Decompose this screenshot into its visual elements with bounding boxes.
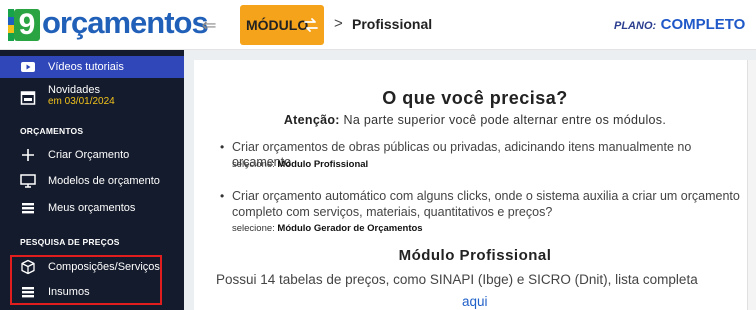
attention-note: Atenção: Na parte superior você pode alt… bbox=[194, 113, 756, 127]
bullet-dot: • bbox=[220, 140, 225, 154]
plan-value: COMPLETO bbox=[660, 16, 746, 33]
attention-text: Na parte superior você pode alternar ent… bbox=[339, 113, 667, 127]
page-title: O que você precisa? bbox=[382, 88, 568, 108]
select-prefix: selecione: bbox=[232, 159, 278, 170]
sidebar-item-meus-orcamentos[interactable]: Meus orçamentos bbox=[0, 197, 184, 219]
section-description: Possui 14 tabelas de preços, como SINAPI… bbox=[216, 272, 698, 287]
sidebar-item-label: Criar Orçamento bbox=[48, 149, 130, 161]
scrollbar[interactable] bbox=[747, 60, 756, 310]
logo-text: orçamentos bbox=[42, 5, 209, 40]
youtube-icon bbox=[21, 62, 35, 72]
option-gerador-text-line2: completo com serviços, materiais, quanti… bbox=[232, 205, 553, 219]
swap-arrows-icon bbox=[304, 18, 318, 32]
sidebar-item-videos[interactable]: Vídeos tutoriais bbox=[0, 56, 184, 78]
plan-indicator: PLANO: COMPLETO bbox=[614, 16, 745, 34]
novidades-date: em 03/01/2024 bbox=[48, 96, 115, 107]
top-bar: 9 orçamentos ⇐ MÓDULO > Profissional PLA… bbox=[0, 0, 756, 50]
logo-letter: 9 bbox=[14, 9, 40, 41]
select-value: Módulo Gerador de Orçamentos bbox=[277, 223, 423, 234]
main-content: O que você precisa? Atenção: Na parte su… bbox=[184, 50, 756, 310]
option-profissional-select: selecione: Módulo Profissional bbox=[232, 159, 368, 170]
bullet-dot: • bbox=[220, 189, 225, 203]
sidebar-item-label: Meus orçamentos bbox=[48, 202, 136, 214]
section-heading-pesquisa: PESQUISA DE PREÇOS bbox=[20, 237, 120, 247]
section-title: Módulo Profissional bbox=[398, 247, 552, 264]
option-gerador-text-line1: Criar orçamento automático com alguns cl… bbox=[232, 189, 740, 203]
sidebar-item-criar-orcamento[interactable]: Criar Orçamento bbox=[0, 144, 184, 166]
list-icon bbox=[22, 203, 34, 214]
sidebar-item-label: Vídeos tutoriais bbox=[48, 61, 124, 73]
modulo-switch-button[interactable]: MÓDULO bbox=[240, 5, 324, 45]
plan-label: PLANO: bbox=[614, 20, 657, 32]
section-heading-orcamentos: ORÇAMENTOS bbox=[20, 126, 84, 136]
breadcrumb-separator: > bbox=[334, 15, 343, 32]
content-card: O que você precisa? Atenção: Na parte su… bbox=[194, 60, 756, 310]
breadcrumb-current: Profissional bbox=[352, 16, 433, 32]
sidebar-item-label: Modelos de orçamento bbox=[48, 175, 160, 187]
highlight-annotation-box bbox=[10, 255, 162, 305]
sidebar-item-modelos[interactable]: Modelos de orçamento bbox=[0, 170, 184, 192]
sidebar-item-label: Novidades bbox=[48, 84, 100, 96]
modulo-label: MÓDULO bbox=[246, 17, 309, 33]
sidebar-item-novidades[interactable]: Novidades em 03/01/2024 bbox=[0, 82, 184, 112]
attention-strong: Atenção: bbox=[283, 113, 340, 127]
logo-badge: 9 bbox=[8, 9, 40, 41]
logo[interactable]: 9 orçamentos bbox=[8, 5, 209, 43]
price-tables-link[interactable]: aqui bbox=[462, 294, 488, 309]
select-value: Módulo Profissional bbox=[277, 159, 369, 170]
collapse-sidebar-icon[interactable]: ⇐ bbox=[198, 14, 220, 36]
option-gerador-select: selecione: Módulo Gerador de Orçamentos bbox=[232, 223, 423, 234]
select-prefix: selecione: bbox=[232, 223, 278, 234]
monitor-icon bbox=[20, 174, 36, 188]
calendar-icon bbox=[20, 91, 36, 105]
plus-icon bbox=[22, 149, 34, 161]
